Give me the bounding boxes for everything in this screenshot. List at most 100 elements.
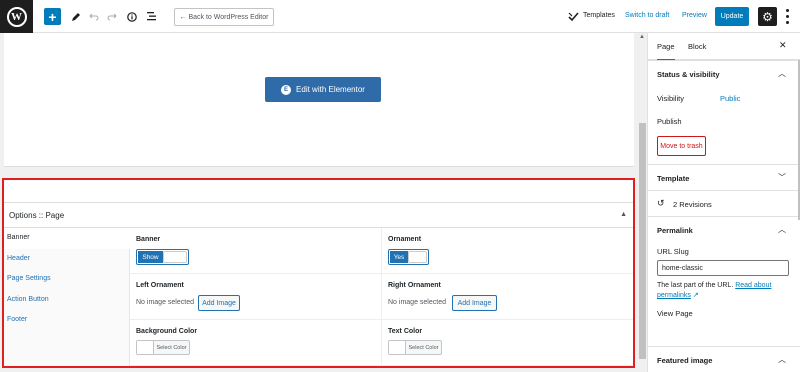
chevron-up-icon: ︿ — [778, 355, 786, 364]
templates-label[interactable]: Templates — [583, 12, 615, 19]
select-color-label: Select Color — [408, 344, 439, 351]
canvas-scrollbar[interactable]: ▲ — [638, 33, 647, 372]
tools-button[interactable] — [69, 8, 83, 25]
metabox-header[interactable]: Options :: Page ▲ — [4, 202, 633, 228]
status-visibility-title: Status & visibility — [657, 70, 720, 79]
details-button[interactable] — [125, 8, 139, 25]
toggle-knob — [408, 251, 427, 263]
settings-sidebar: Page Block ✕ Status & visibility ︿ Visib… — [647, 33, 800, 372]
back-to-wordpress-editor-button[interactable]: ← Back to WordPress Editor — [174, 8, 274, 26]
metabox-tab-list: Banner Header Page Settings Action Butto… — [4, 228, 131, 366]
permalink-hint: The last part of the URL. Read about per… — [657, 281, 785, 301]
gear-icon: ⚙ — [762, 9, 773, 24]
banner-field: Banner Show — [130, 228, 382, 274]
featured-image-panel-header[interactable]: Featured image ︿ — [648, 346, 800, 372]
ornament-label: Ornament — [388, 236, 422, 243]
permalink-hint-text: The last part of the URL. — [657, 282, 734, 289]
info-icon — [127, 11, 137, 22]
select-color-label: Select Color — [156, 344, 187, 351]
visibility-value-link[interactable]: Public — [720, 94, 740, 103]
permalink-panel-header[interactable]: Permalink ︿ — [648, 216, 800, 242]
text-color-label: Text Color — [388, 328, 423, 335]
settings-button[interactable]: ⚙ — [758, 7, 777, 26]
background-color-label: Background Color — [136, 328, 198, 335]
switch-to-draft-link[interactable]: Switch to draft — [625, 12, 669, 19]
more-vertical-icon — [785, 9, 789, 13]
banner-toggle[interactable]: Show — [136, 249, 189, 265]
url-slug-input[interactable]: home-classic — [657, 260, 789, 276]
text-color-picker[interactable]: Select Color — [388, 340, 442, 355]
update-button[interactable]: Update — [715, 7, 749, 26]
ornament-field: Ornament Yes — [381, 228, 633, 274]
list-view-button[interactable] — [145, 8, 159, 25]
templates-icon-button[interactable] — [567, 8, 579, 25]
metabox-fields: Banner Show Ornament Yes Left Ornament N… — [130, 228, 633, 366]
background-color-picker[interactable]: Select Color — [136, 340, 190, 355]
tab-page-settings[interactable]: Page Settings — [4, 269, 129, 290]
edit-with-elementor-label: Edit with Elementor — [296, 85, 365, 94]
tab-action-button[interactable]: Action Button — [4, 290, 129, 311]
right-ornament-add-image-button[interactable]: Add Image — [452, 295, 497, 311]
permalink-title: Permalink — [657, 226, 693, 235]
revisions-row[interactable]: ↺ 2 Revisions — [648, 190, 800, 216]
metabox-title: Options :: Page — [9, 211, 65, 220]
tab-footer[interactable]: Footer — [4, 310, 129, 331]
tab-block[interactable]: Block — [688, 42, 706, 51]
sidebar-tabs: Page Block ✕ — [648, 33, 800, 61]
chevron-down-icon: ﹀ — [778, 173, 786, 182]
collapse-arrow-icon[interactable]: ▲ — [620, 211, 627, 218]
left-ornament-add-image-button[interactable]: Add Image — [198, 295, 240, 311]
plus-icon: + — [48, 8, 57, 25]
left-ornament-status: No image selected — [136, 299, 194, 306]
wordpress-logo-icon: W — [6, 6, 27, 27]
banner-toggle-value: Show — [138, 251, 163, 263]
background-color-field: Background Color Select Color — [130, 320, 382, 366]
revisions-label: 2 Revisions — [673, 200, 712, 209]
tab-page[interactable]: Page — [657, 42, 675, 61]
external-link-icon: ↗ — [692, 292, 699, 299]
view-page-label: View Page — [657, 309, 693, 318]
wordpress-logo-button[interactable]: W — [0, 0, 33, 33]
template-panel-header[interactable]: Template ﹀ — [648, 164, 800, 190]
left-ornament-field: Left Ornament No image selected Add Imag… — [130, 274, 382, 320]
redo-button[interactable] — [106, 8, 118, 25]
right-ornament-field: Right Ornament No image selected Add Ima… — [381, 274, 633, 320]
color-swatch — [137, 341, 154, 354]
undo-button[interactable] — [88, 8, 100, 25]
list-view-icon — [147, 12, 156, 21]
toggle-knob — [163, 251, 187, 263]
add-block-button[interactable]: + — [44, 8, 61, 25]
visibility-label: Visibility — [657, 94, 684, 103]
chevron-up-icon: ︿ — [778, 69, 786, 78]
color-swatch — [389, 341, 406, 354]
redo-icon — [107, 13, 117, 21]
featured-image-title: Featured image — [657, 356, 713, 365]
canvas-scroll-thumb[interactable] — [639, 123, 646, 359]
ornament-toggle[interactable]: Yes — [388, 249, 429, 265]
options-page-metabox: Options :: Page ▲ Banner Header Page Set… — [2, 178, 635, 368]
tab-header[interactable]: Header — [4, 249, 129, 270]
chevron-up-icon: ︿ — [778, 225, 786, 234]
tab-banner[interactable]: Banner — [4, 228, 131, 249]
close-icon[interactable]: ✕ — [779, 40, 787, 51]
templates-icon — [567, 11, 579, 21]
pencil-icon — [72, 12, 80, 21]
more-options-button[interactable] — [782, 8, 792, 25]
text-color-field: Text Color Select Color — [381, 320, 633, 366]
status-visibility-panel-header[interactable]: Status & visibility ︿ — [648, 60, 800, 86]
url-slug-label: URL Slug — [657, 247, 689, 256]
ornament-toggle-value: Yes — [390, 251, 408, 263]
banner-label: Banner — [136, 236, 161, 243]
scroll-up-icon[interactable]: ▲ — [639, 34, 645, 40]
editor-toolbar: W + ← Back to WordPress Editor Templates… — [0, 0, 800, 33]
content-area: E Edit with Elementor — [4, 33, 634, 167]
move-to-trash-button[interactable]: Move to trash — [657, 136, 706, 156]
template-title: Template — [657, 174, 690, 183]
right-ornament-status: No image selected — [388, 299, 446, 306]
publish-label: Publish — [657, 117, 682, 126]
undo-icon — [89, 13, 99, 21]
left-ornament-label: Left Ornament — [136, 282, 184, 289]
right-ornament-label: Right Ornament — [388, 282, 441, 289]
edit-with-elementor-button[interactable]: E Edit with Elementor — [265, 77, 381, 102]
preview-link[interactable]: Preview — [682, 12, 707, 19]
